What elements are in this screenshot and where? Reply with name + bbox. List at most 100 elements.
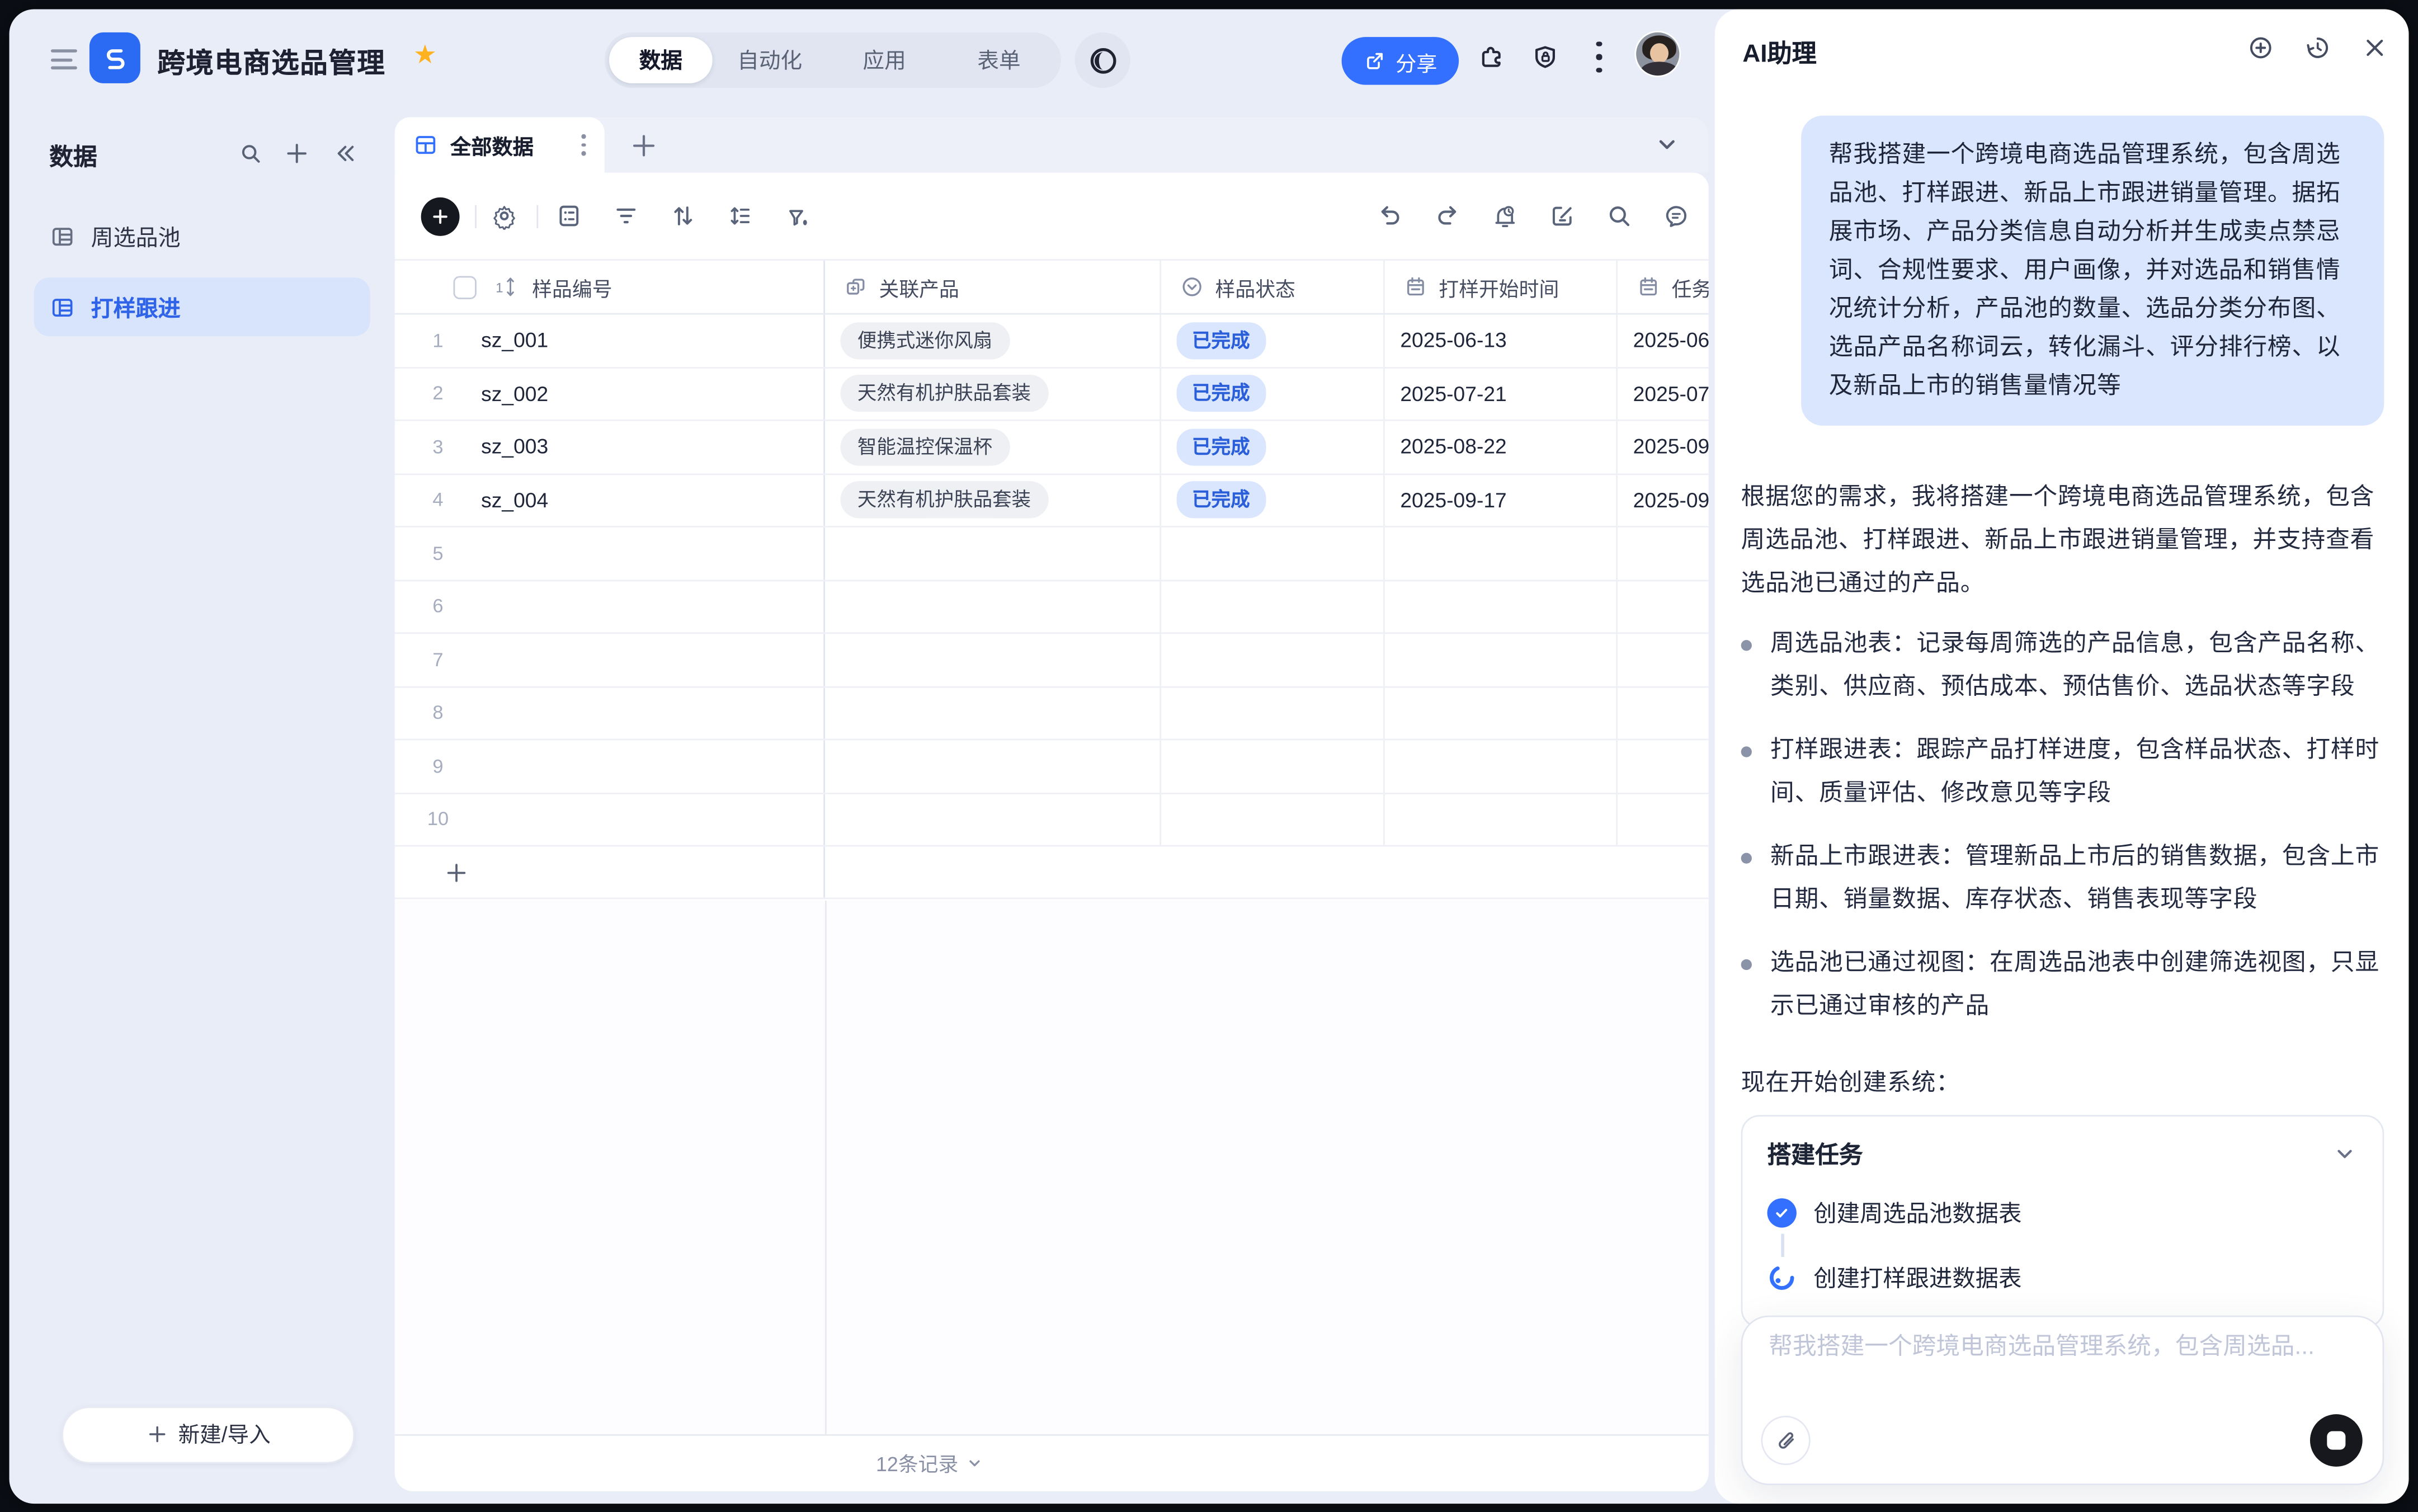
- reminder-bell-icon[interactable]: [1491, 202, 1519, 230]
- cell-product-pill[interactable]: 天然有机护肤品套装: [841, 375, 1048, 412]
- column-header-start-date[interactable]: 打样开始时间: [1385, 261, 1618, 313]
- cell-start-date[interactable]: 2025-09-17: [1400, 488, 1506, 511]
- comment-icon[interactable]: [1662, 202, 1690, 230]
- view-options-icon[interactable]: [582, 135, 586, 156]
- task-loading-spinner-icon: [1767, 1263, 1797, 1292]
- column-header-task[interactable]: 任务: [1618, 261, 1709, 313]
- table-row-empty[interactable]: 7: [395, 634, 1709, 687]
- tab-data[interactable]: 数据: [609, 37, 713, 83]
- table-row-empty[interactable]: 6: [395, 581, 1709, 634]
- cell-status-pill[interactable]: 已完成: [1177, 375, 1266, 412]
- share-button[interactable]: 分享: [1342, 37, 1459, 84]
- favorite-star-icon[interactable]: ★: [413, 40, 437, 71]
- column-header-linked-product[interactable]: 关联产品: [825, 261, 1161, 313]
- cell-task-date[interactable]: 2025-09: [1633, 435, 1709, 458]
- filter-icon[interactable]: [612, 202, 640, 230]
- ai-response-bullets: 周选品池表：记录每周筛选的产品信息，包含产品名称、类别、供应商、预估成本、预估售…: [1741, 623, 2384, 1049]
- close-icon[interactable]: [2361, 34, 2389, 62]
- new-import-button[interactable]: 新建/导入: [62, 1406, 355, 1463]
- toolbar-divider: [536, 205, 538, 228]
- cell-sample-id[interactable]: sz_002: [481, 382, 548, 405]
- table-row[interactable]: 2sz_002 天然有机护肤品套装 已完成 2025-07-21 2025-07: [395, 368, 1709, 421]
- shield-lock-icon[interactable]: [1531, 43, 1559, 71]
- sidebar-item-sampling[interactable]: 打样跟进: [34, 277, 370, 336]
- search-icon[interactable]: [1605, 202, 1633, 230]
- cell-status-pill[interactable]: 已完成: [1177, 482, 1266, 519]
- cell-sample-id[interactable]: sz_003: [481, 435, 548, 458]
- cell-product-pill[interactable]: 便携式迷你风扇: [841, 322, 1010, 359]
- extensions-puzzle-icon[interactable]: [1477, 43, 1505, 71]
- record-count-chevron-icon: [966, 1453, 984, 1472]
- record-count-label: 12条记录: [876, 1448, 958, 1477]
- table-header-row: 1 样品编号 关联产品 样品状态 打样开始时间 任务: [395, 259, 1709, 314]
- new-chat-icon[interactable]: [2247, 34, 2275, 62]
- column-label: 任务: [1672, 272, 1709, 302]
- sidebar-add-icon[interactable]: [284, 140, 310, 167]
- stop-generating-button[interactable]: [2310, 1414, 2363, 1467]
- table-row-empty[interactable]: 10: [395, 793, 1709, 846]
- sidebar-search-icon[interactable]: [238, 140, 264, 167]
- table-card: 1 样品编号 关联产品 样品状态 打样开始时间 任务: [395, 173, 1709, 1491]
- view-list-chevron-icon[interactable]: [1653, 131, 1681, 159]
- hamburger-menu-icon[interactable]: [51, 49, 77, 69]
- cell-start-date[interactable]: 2025-08-22: [1400, 435, 1506, 458]
- sort-icon[interactable]: [670, 202, 697, 230]
- sidebar-item-label: 周选品池: [91, 220, 181, 252]
- fields-config-icon[interactable]: [555, 202, 583, 230]
- tab-automation[interactable]: 自动化: [713, 37, 827, 83]
- more-menu-icon[interactable]: [1595, 41, 1604, 72]
- cell-status-pill[interactable]: 已完成: [1177, 322, 1266, 359]
- cell-task-date[interactable]: 2025-09: [1633, 488, 1709, 511]
- cell-start-date[interactable]: 2025-07-21: [1400, 382, 1506, 405]
- column-header-sample-id[interactable]: 1 样品编号: [395, 261, 825, 313]
- cell-task-date[interactable]: 2025-07: [1633, 382, 1709, 405]
- sidebar-item-weekly-pool[interactable]: 周选品池: [34, 206, 370, 265]
- table-row-empty[interactable]: 8: [395, 687, 1709, 740]
- paperclip-icon: [1773, 1428, 1799, 1454]
- add-view-icon[interactable]: [629, 131, 658, 160]
- table-row-empty[interactable]: 5: [395, 527, 1709, 581]
- cell-product-pill[interactable]: 天然有机护肤品套装: [841, 482, 1048, 519]
- app-window: 跨境电商选品管理 ★ 数据 自动化 应用 表单 分享 数据: [10, 10, 2409, 1503]
- view-tab-all-data[interactable]: 全部数据: [395, 117, 605, 173]
- ai-panel-title: AI助理: [1742, 32, 1816, 69]
- table-row[interactable]: 4sz_004 天然有机护肤品套装 已完成 2025-09-17 2025-09: [395, 474, 1709, 527]
- history-icon[interactable]: [2304, 34, 2332, 62]
- cell-start-date[interactable]: 2025-06-13: [1400, 329, 1506, 352]
- user-avatar[interactable]: [1634, 31, 1681, 77]
- date-field-icon: [1636, 275, 1661, 299]
- table-row[interactable]: 3sz_003 智能温控保温杯 已完成 2025-08-22 2025-09: [395, 421, 1709, 474]
- redo-icon[interactable]: [1434, 202, 1462, 230]
- tab-apps[interactable]: 应用: [827, 37, 942, 83]
- column-header-sample-status[interactable]: 样品状态: [1161, 261, 1385, 313]
- cell-product-pill[interactable]: 智能温控保温杯: [841, 428, 1010, 465]
- list-item: 选品池已通过视图：在周选品池表中创建筛选视图，只显示已通过审核的产品: [1741, 943, 2384, 1029]
- cell-sample-id[interactable]: sz_001: [481, 329, 548, 352]
- sidebar-collapse-icon[interactable]: [332, 140, 358, 167]
- cell-sample-id[interactable]: sz_004: [481, 488, 548, 511]
- table-row[interactable]: 1sz_001 便携式迷你风扇 已完成 2025-06-13 2025-06: [395, 314, 1709, 368]
- tab-forms[interactable]: 表单: [942, 37, 1057, 83]
- cell-status-pill[interactable]: 已完成: [1177, 428, 1266, 465]
- row-height-icon[interactable]: [727, 202, 755, 230]
- table-empty-area: [395, 900, 1709, 1435]
- column-label: 样品编号: [532, 272, 612, 302]
- ai-response-intro: 根据您的需求，我将搭建一个跨境电商选品管理系统，包含周选品池、打样跟进、新品上市…: [1741, 477, 2384, 606]
- task-item-loading: 创建打样跟进数据表: [1767, 1261, 2358, 1294]
- theme-toggle-icon[interactable]: [1075, 32, 1130, 88]
- ai-input-box[interactable]: [1741, 1316, 2384, 1485]
- table-row-empty[interactable]: 9: [395, 740, 1709, 793]
- add-row-button[interactable]: [395, 847, 1709, 899]
- attach-button[interactable]: [1761, 1416, 1810, 1465]
- collapse-chevron-icon[interactable]: [2332, 1141, 2358, 1167]
- fill-color-icon[interactable]: [784, 202, 812, 230]
- app-logo[interactable]: [89, 32, 140, 83]
- cell-task-date[interactable]: 2025-06: [1633, 329, 1709, 352]
- undo-icon[interactable]: [1375, 202, 1403, 230]
- edit-form-icon[interactable]: [1548, 202, 1576, 230]
- select-all-checkbox[interactable]: [454, 275, 477, 298]
- ai-input-field[interactable]: [1766, 1332, 2364, 1363]
- settings-gear-icon[interactable]: [491, 202, 519, 230]
- add-record-button[interactable]: [421, 197, 460, 236]
- record-count[interactable]: 12条记录: [876, 1448, 984, 1477]
